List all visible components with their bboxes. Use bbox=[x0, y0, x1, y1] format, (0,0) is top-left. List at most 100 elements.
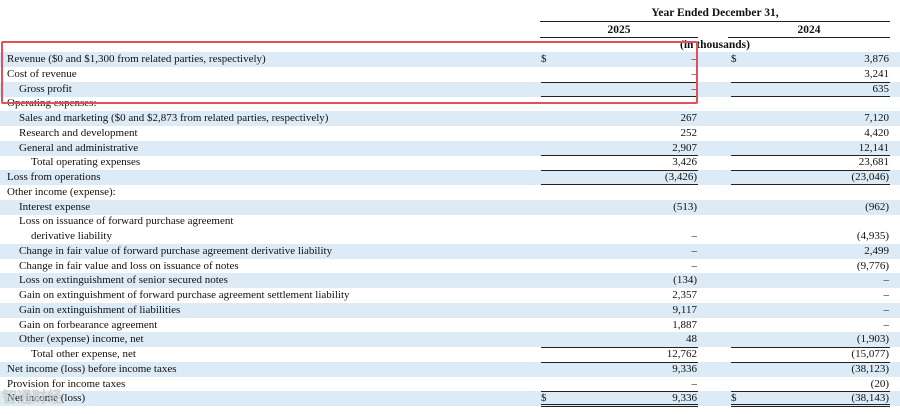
income-statement: Year Ended December 31, 2025 2024 (in th… bbox=[0, 0, 900, 414]
table-row: Loss on issuance of forward purchase agr… bbox=[0, 214, 900, 229]
row-label: Other (expense) income, net bbox=[19, 333, 144, 345]
table-row: Loss from operations (3,426) (23,046) bbox=[0, 170, 900, 185]
row-label: Change in fair value of forward purchase… bbox=[19, 245, 333, 257]
table-row: Total operating expenses 3,426 23,681 bbox=[0, 155, 900, 170]
row-label: Gain on forbearance agreement bbox=[19, 319, 158, 331]
value-2025: 1,887 bbox=[672, 319, 697, 331]
period-caption: Year Ended December 31, bbox=[651, 7, 779, 19]
table-row: Net income (loss) $9,336 $ (38,143) bbox=[0, 391, 900, 407]
table-row: Net income (loss) before income taxes 9,3… bbox=[0, 362, 900, 377]
table-row: Change in fair value and loss on issuanc… bbox=[0, 259, 900, 274]
table-row: Operating expenses: bbox=[0, 96, 900, 111]
value-2024: 3,876 bbox=[864, 53, 889, 65]
value-2025: 252 bbox=[680, 127, 698, 139]
units-caption: (in thousands) bbox=[680, 39, 750, 51]
rule-above-2025 bbox=[541, 170, 698, 171]
table-row: Other income (expense): bbox=[0, 185, 900, 200]
row-label: Interest expense bbox=[19, 201, 91, 213]
row-label: Revenue ($0 and $1,300 from related part… bbox=[7, 53, 266, 65]
table-row: Research and development 252 4,420 bbox=[0, 126, 900, 141]
table-row: Loss on extinguishment of senior secured… bbox=[0, 273, 900, 288]
double-rule-2024 bbox=[731, 404, 890, 407]
watermark: 智通财经 bbox=[2, 388, 63, 406]
rule-above-2024 bbox=[731, 170, 890, 171]
column-header-2024: 2024 bbox=[797, 24, 821, 36]
row-label: Total operating expenses bbox=[31, 156, 141, 168]
row-label: Gain on extinguishment of forward purcha… bbox=[19, 289, 350, 301]
table-row: Interest expense (513) (962) bbox=[0, 200, 900, 215]
rule-above-2025 bbox=[541, 362, 698, 363]
value-2024: (1,903) bbox=[856, 333, 889, 345]
value-2024: – bbox=[883, 274, 890, 286]
value-2025: 3,426 bbox=[672, 156, 697, 168]
rule-above-2024 bbox=[731, 391, 890, 392]
value-2024: (962) bbox=[865, 201, 889, 213]
value-2024: 4,420 bbox=[864, 127, 889, 139]
row-label: Gross profit bbox=[19, 83, 72, 95]
period-caption-rule bbox=[540, 21, 890, 22]
table-row: derivative liability – (4,935) bbox=[0, 229, 900, 244]
column-header-2025: 2025 bbox=[607, 24, 631, 36]
row-label: Loss from operations bbox=[7, 171, 101, 183]
value-2025: – bbox=[691, 260, 698, 272]
table-row: Sales and marketing ($0 and $2,873 from … bbox=[0, 111, 900, 126]
row-label: Loss on extinguishment of senior secured… bbox=[19, 274, 228, 286]
value-2024: (20) bbox=[870, 378, 889, 390]
table-row: Other (expense) income, net 48 (1,903) bbox=[0, 332, 900, 347]
table-row: Revenue ($0 and $1,300 from related part… bbox=[0, 52, 900, 67]
value-2024: 3,241 bbox=[864, 68, 889, 80]
value-2024: (15,077) bbox=[851, 348, 889, 360]
row-label: Gain on extinguishment of liabilities bbox=[19, 304, 181, 316]
rule-above-2024 bbox=[731, 347, 890, 348]
rule-above-2024 bbox=[731, 82, 890, 83]
rule-above-2025 bbox=[541, 347, 698, 348]
value-2024: 7,120 bbox=[864, 112, 889, 124]
value-2024: 12,141 bbox=[858, 142, 889, 154]
row-label: Other income (expense): bbox=[7, 186, 116, 198]
value-2025: 12,762 bbox=[666, 348, 697, 360]
row-label: Net income (loss) before income taxes bbox=[7, 363, 177, 375]
value-2025: (513) bbox=[673, 201, 697, 213]
row-label: Loss on issuance of forward purchase agr… bbox=[19, 215, 234, 227]
value-2025: 48 bbox=[686, 333, 697, 345]
value-2025: (134) bbox=[673, 274, 697, 286]
rule-above-2024 bbox=[731, 362, 890, 363]
table-row: Provision for income taxes – (20) bbox=[0, 377, 900, 392]
double-rule-2025 bbox=[541, 404, 698, 407]
table-row: General and administrative 2,907 12,141 bbox=[0, 141, 900, 156]
value-2025: – bbox=[691, 83, 698, 95]
rule-above-2024 bbox=[731, 155, 890, 156]
rule-above-2025 bbox=[541, 391, 698, 392]
value-2024: 23,681 bbox=[858, 156, 889, 168]
value-2024: (38,123) bbox=[851, 363, 889, 375]
value-2024: 2,499 bbox=[864, 245, 889, 257]
value-2025: (3,426) bbox=[664, 171, 697, 183]
value-2025: 2,357 bbox=[672, 289, 697, 301]
value-2024: (9,776) bbox=[856, 260, 889, 272]
value-2025: – bbox=[691, 53, 698, 65]
row-label: Sales and marketing ($0 and $2,873 from … bbox=[19, 112, 329, 124]
value-2025: 267 bbox=[680, 112, 698, 124]
value-2025: – bbox=[691, 230, 698, 242]
value-2025: 9,336 bbox=[672, 363, 697, 375]
value-2024: – bbox=[883, 289, 890, 301]
table-row: Total other expense, net 12,762 (15,077) bbox=[0, 347, 900, 362]
value-2025: – bbox=[691, 378, 698, 390]
row-label: Total other expense, net bbox=[31, 348, 136, 360]
table-row: Cost of revenue – 3,241 bbox=[0, 67, 900, 82]
rule-above-2025 bbox=[541, 155, 698, 156]
table-row: Gain on extinguishment of forward purcha… bbox=[0, 288, 900, 303]
row-label: derivative liability bbox=[31, 230, 112, 242]
row-label: General and administrative bbox=[19, 142, 139, 154]
row-label: Research and development bbox=[19, 127, 138, 139]
value-2025: – bbox=[691, 68, 698, 80]
rule-above-2025 bbox=[541, 82, 698, 83]
table-row: Change in fair value of forward purchase… bbox=[0, 244, 900, 259]
table-row: Gross profit – 635 bbox=[0, 82, 900, 97]
value-2024: (23,046) bbox=[851, 171, 889, 183]
row-label: Cost of revenue bbox=[7, 68, 77, 80]
value-2024: (4,935) bbox=[856, 230, 889, 242]
value-2025: 2,907 bbox=[672, 142, 697, 154]
value-2025: 9,117 bbox=[672, 304, 697, 316]
row-label: Operating expenses: bbox=[7, 97, 97, 109]
